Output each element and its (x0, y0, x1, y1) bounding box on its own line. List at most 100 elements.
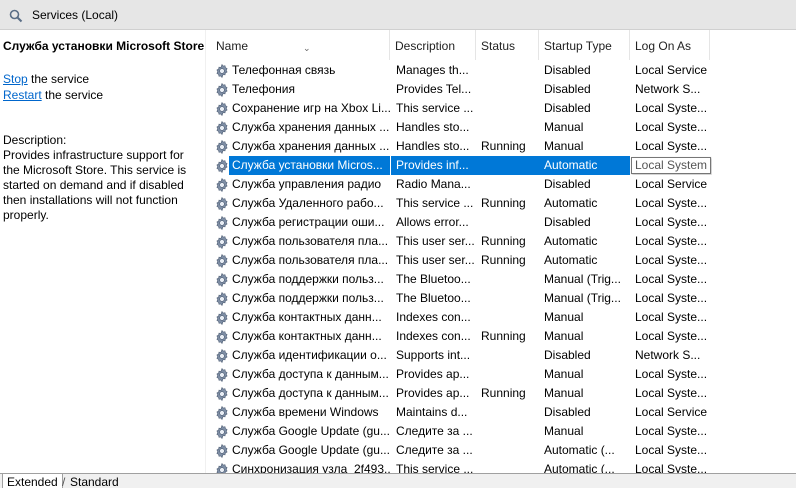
stop-suffix: the service (27, 72, 90, 86)
tab-standard[interactable]: Standard (62, 474, 123, 490)
service-name: Служба доступа к данным... (232, 367, 389, 381)
service-row[interactable]: Служба установки Micros... Provides inf..… (206, 156, 796, 175)
service-gear-icon (214, 101, 230, 117)
service-startup-type: Manual (544, 424, 584, 438)
stop-link[interactable]: Stop (3, 72, 28, 86)
service-row[interactable]: Служба регистрации оши... Allows error...… (206, 213, 796, 232)
service-description: Indexes con... (396, 310, 471, 324)
service-row[interactable]: Служба поддержки польз... The Bluetoo... M… (206, 270, 796, 289)
service-row[interactable]: Синхронизация узла_2f493... This service … (206, 460, 796, 473)
service-log-on-as: Local Service (635, 405, 708, 419)
service-row[interactable]: Служба Google Update (gu... Следите за ..… (206, 422, 796, 441)
service-description: Provides ap... (396, 367, 470, 381)
service-row[interactable]: Служба управления радио Radio Mana... Disa… (206, 175, 796, 194)
service-row[interactable]: Служба хранения данных ... Handles sto...… (206, 118, 796, 137)
service-status (476, 422, 539, 441)
service-log-on-as: Local Syste... (635, 139, 708, 153)
service-row[interactable]: Телефонная связь Manages th... Disabled Loc… (206, 61, 796, 80)
column-header-name[interactable]: Name ⌄ (211, 30, 390, 60)
service-startup-type: Manual (Trig... (544, 291, 621, 305)
service-gear-icon (214, 215, 230, 231)
service-startup-type: Automatic (... (544, 462, 615, 473)
service-gear-icon (214, 291, 230, 307)
service-gear-icon (214, 158, 230, 174)
service-startup-type: Disabled (544, 215, 591, 229)
service-row[interactable]: Сохранение игр на Xbox Li... This service… (206, 99, 796, 118)
service-row[interactable]: Служба хранения данных ... Handles sto...… (206, 137, 796, 156)
service-row[interactable]: Служба Google Update (gu... Следите за ..… (206, 441, 796, 460)
service-name: Служба времени Windows (232, 405, 379, 419)
service-log-on-as: Local Syste... (635, 329, 708, 343)
tab-extended[interactable]: Extended (2, 474, 63, 489)
service-startup-type: Automatic (539, 156, 630, 175)
service-status (476, 80, 539, 99)
service-gear-icon (214, 348, 230, 364)
service-row[interactable]: Служба доступа к данным... Provides ap...… (206, 365, 796, 384)
description-text: Provides infrastructure support for the … (3, 148, 187, 222)
service-startup-type: Automatic (544, 196, 598, 210)
service-row[interactable]: Служба времени Windows Maintains d... Disa… (206, 403, 796, 422)
service-status (476, 175, 539, 194)
service-description: Indexes con... (396, 329, 471, 343)
service-row[interactable]: Служба доступа к данным... Provides ap...… (206, 384, 796, 403)
service-startup-type: Manual (Trig... (544, 272, 621, 286)
service-description: The Bluetoo... (396, 272, 471, 286)
service-description: Provides Tel... (396, 82, 472, 96)
service-startup-type: Disabled (544, 63, 591, 77)
service-log-on-as: Local Syste... (635, 424, 708, 438)
service-row[interactable]: Служба Удаленного рабо... This service ..… (206, 194, 796, 213)
service-description: Radio Mana... (396, 177, 471, 191)
service-name: Служба хранения данных ... (232, 139, 390, 153)
service-name: Служба Google Update (gu... (232, 424, 390, 438)
service-name: Служба Удаленного рабо... (232, 196, 384, 210)
service-log-on-as: Network S... (635, 348, 701, 362)
service-gear-icon (214, 310, 230, 326)
column-header-log-on-as[interactable]: Log On As (630, 30, 710, 60)
service-row[interactable]: Служба контактных данн... Indexes con... R… (206, 327, 796, 346)
service-log-on-as: Local Syste... (635, 367, 708, 381)
service-startup-type: Manual (544, 329, 584, 343)
service-gear-icon (214, 462, 230, 473)
restart-link[interactable]: Restart (3, 88, 42, 102)
service-gear-icon (214, 234, 230, 250)
service-log-on-as: Local Syste... (635, 120, 708, 134)
column-header-description[interactable]: Description (390, 30, 476, 60)
service-row[interactable]: Телефония Provides Tel... Disabled Network … (206, 80, 796, 99)
window-title: Services (Local) (32, 8, 119, 22)
service-status (476, 346, 539, 365)
service-status (476, 270, 539, 289)
service-status: Running (481, 386, 526, 400)
column-name-label: Name (216, 39, 249, 53)
service-status (476, 213, 539, 232)
service-description: This user ser... (396, 234, 475, 248)
service-status: Running (481, 329, 526, 343)
service-gear-icon (214, 63, 230, 79)
services-list[interactable]: Name ⌄ Description Status Startup Type L… (205, 30, 796, 473)
service-log-on-as: Local Service (635, 63, 708, 77)
service-row[interactable]: Служба контактных данн... Indexes con... M… (206, 308, 796, 327)
service-description: This service ... (396, 101, 474, 115)
service-name: Сохранение игр на Xbox Li... (232, 101, 390, 115)
service-description: This service ... (396, 196, 474, 210)
service-row[interactable]: Служба идентификации о... Supports int...… (206, 346, 796, 365)
column-header-startup-type[interactable]: Startup Type (539, 30, 630, 60)
service-status: Running (481, 234, 526, 248)
service-row[interactable]: Служба поддержки польз... The Bluetoo... M… (206, 289, 796, 308)
service-startup-type: Automatic (544, 253, 598, 267)
service-description: Следите за ... (396, 424, 473, 438)
service-name: Телефония (232, 82, 295, 96)
service-gear-icon (214, 139, 230, 155)
service-startup-type: Manual (544, 367, 584, 381)
column-header-status[interactable]: Status (476, 30, 539, 60)
service-status (476, 61, 539, 80)
title-bar: Services (Local) (0, 0, 796, 30)
service-startup-type: Automatic (... (544, 443, 615, 457)
service-startup-type: Manual (544, 310, 584, 324)
service-row[interactable]: Служба пользователя пла... This user ser.… (206, 251, 796, 270)
service-row[interactable]: Служба пользователя пла... This user ser.… (206, 232, 796, 251)
service-name: Телефонная связь (232, 63, 336, 77)
service-description: Следите за ... (396, 443, 473, 457)
service-status (476, 441, 539, 460)
service-startup-type: Disabled (544, 405, 591, 419)
service-log-on-as: Local Syste... (635, 196, 708, 210)
